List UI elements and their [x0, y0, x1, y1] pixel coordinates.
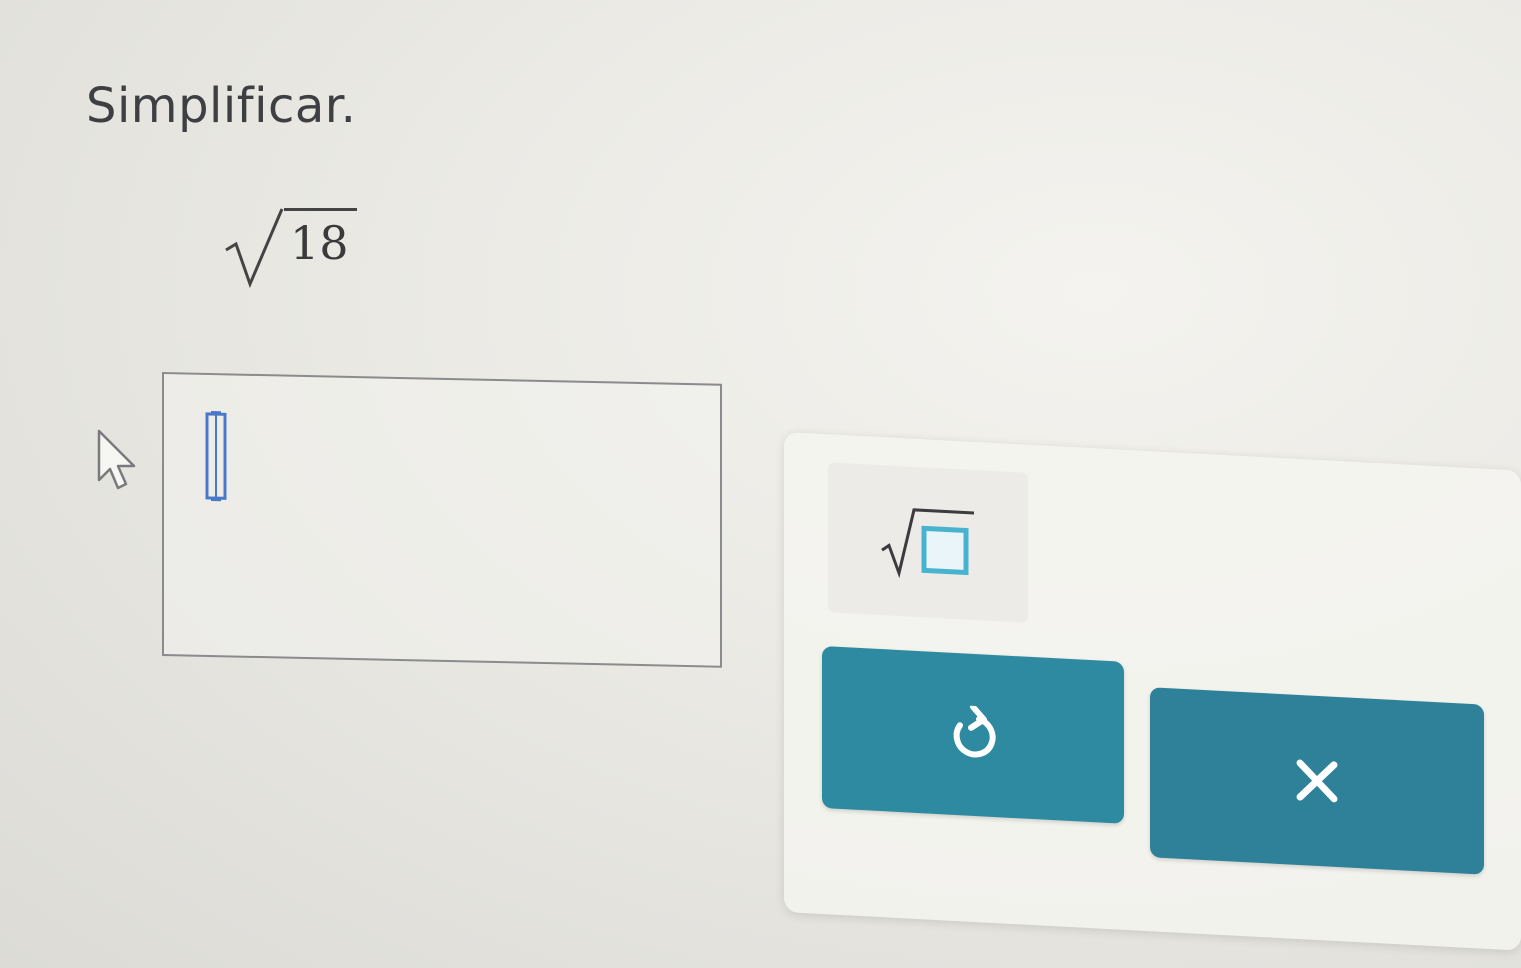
square-root-template-icon: [881, 508, 974, 579]
undo-button[interactable]: [822, 645, 1124, 824]
problem-radicand: 18: [284, 208, 357, 271]
text-cursor-icon: [205, 411, 227, 502]
undo-icon: [953, 704, 996, 758]
close-icon: [1296, 759, 1338, 803]
math-keypad: [784, 432, 1521, 951]
mouse-pointer-icon: [97, 429, 136, 490]
square-root-symbol: [225, 208, 284, 289]
clear-button[interactable]: [1150, 687, 1484, 875]
prompt-text: Simplificar.: [86, 78, 357, 134]
answer-input[interactable]: [162, 372, 722, 668]
problem-expression: 18: [224, 198, 357, 290]
square-root-button[interactable]: [828, 462, 1028, 623]
